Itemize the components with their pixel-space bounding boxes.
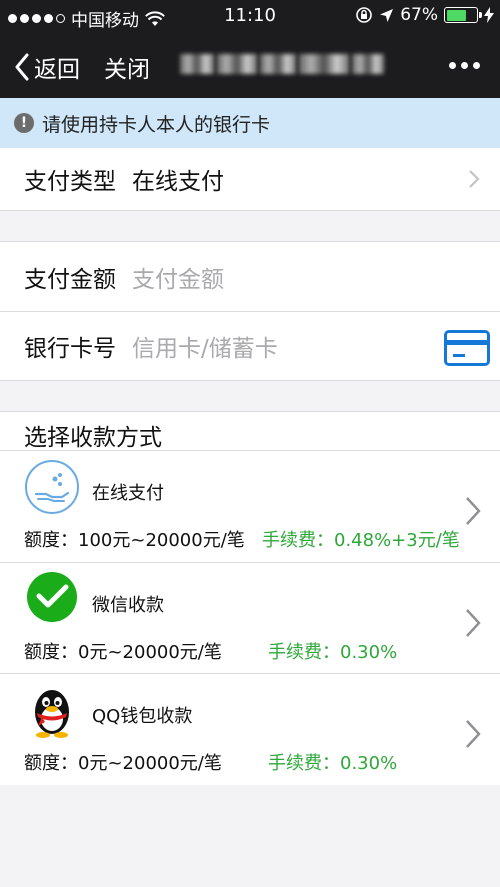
method-limit: 额度：0元~20000元/笔 xyxy=(24,753,222,774)
back-button[interactable]: 返回 xyxy=(14,50,80,84)
battery-fill xyxy=(446,9,466,21)
card-number-row: 银行卡号 信用卡/储蓄卡 xyxy=(0,312,500,380)
divider xyxy=(0,380,500,381)
chevron-right-icon xyxy=(466,720,481,748)
payment-method-wechat[interactable]: 微信收款 额度：0元~20000元/笔 手续费：0.30% xyxy=(0,563,500,674)
pay-type-row[interactable]: 支付类型 在线支付 xyxy=(0,148,500,210)
online-pay-icon xyxy=(25,460,79,514)
more-menu-button[interactable] xyxy=(449,62,480,69)
battery-percent: 67% xyxy=(400,5,438,25)
location-arrow-icon xyxy=(380,8,394,22)
card-number-input[interactable]: 信用卡/储蓄卡 xyxy=(132,329,278,363)
card-number-label: 银行卡号 xyxy=(24,336,116,362)
bank-card-icon[interactable] xyxy=(444,330,490,366)
chevron-left-icon xyxy=(15,53,29,81)
chevron-right-icon xyxy=(466,497,481,525)
amount-label: 支付金额 xyxy=(24,266,116,293)
method-fee: 手续费：0.30% xyxy=(268,753,398,774)
payment-method-qq-wallet[interactable]: QQ钱包收款 额度：0元~20000元/笔 手续费：0.30% xyxy=(0,674,500,785)
pay-type-value: 在线支付 xyxy=(132,169,224,195)
charging-bolt-icon xyxy=(484,7,494,23)
method-limit: 额度：0元~20000元/笔 xyxy=(24,642,222,663)
divider xyxy=(0,210,500,211)
page-title-obscured xyxy=(180,54,384,74)
method-fee: 手续费：0.30% xyxy=(268,642,398,663)
method-name: QQ钱包收款 xyxy=(92,706,193,727)
method-fee: 手续费：0.48%+3元/笔 xyxy=(262,530,460,551)
status-right: 67% xyxy=(355,5,494,25)
method-limit: 额度：100元~20000元/笔 xyxy=(24,530,245,551)
back-label: 返回 xyxy=(34,57,80,83)
wechat-icon xyxy=(27,572,77,622)
chevron-right-icon xyxy=(466,609,481,637)
battery-icon xyxy=(444,7,482,23)
amount-row: 支付金额 支付金额 xyxy=(0,242,500,311)
method-name: 在线支付 xyxy=(92,483,164,504)
qq-penguin-icon xyxy=(35,690,69,738)
section-title: 选择收款方式 xyxy=(0,412,500,451)
pay-type-label: 支付类型 xyxy=(24,169,116,195)
rotation-lock-icon xyxy=(356,7,373,23)
notice-banner: ! 请使用持卡人本人的银行卡 xyxy=(0,98,500,148)
close-button[interactable]: 关闭 xyxy=(104,50,150,84)
status-bar: 中国移动 11:10 67% xyxy=(0,0,500,32)
payment-method-online[interactable]: 在线支付 额度：100元~20000元/笔 手续费：0.48%+3元/笔 xyxy=(0,451,500,562)
notice-text: 请使用持卡人本人的银行卡 xyxy=(42,113,271,136)
info-icon: ! xyxy=(14,113,34,133)
nav-bar: 返回 关闭 xyxy=(0,32,500,98)
chevron-right-icon xyxy=(469,170,480,188)
method-name: 微信收款 xyxy=(92,595,164,616)
amount-input[interactable]: 支付金额 xyxy=(132,260,224,294)
